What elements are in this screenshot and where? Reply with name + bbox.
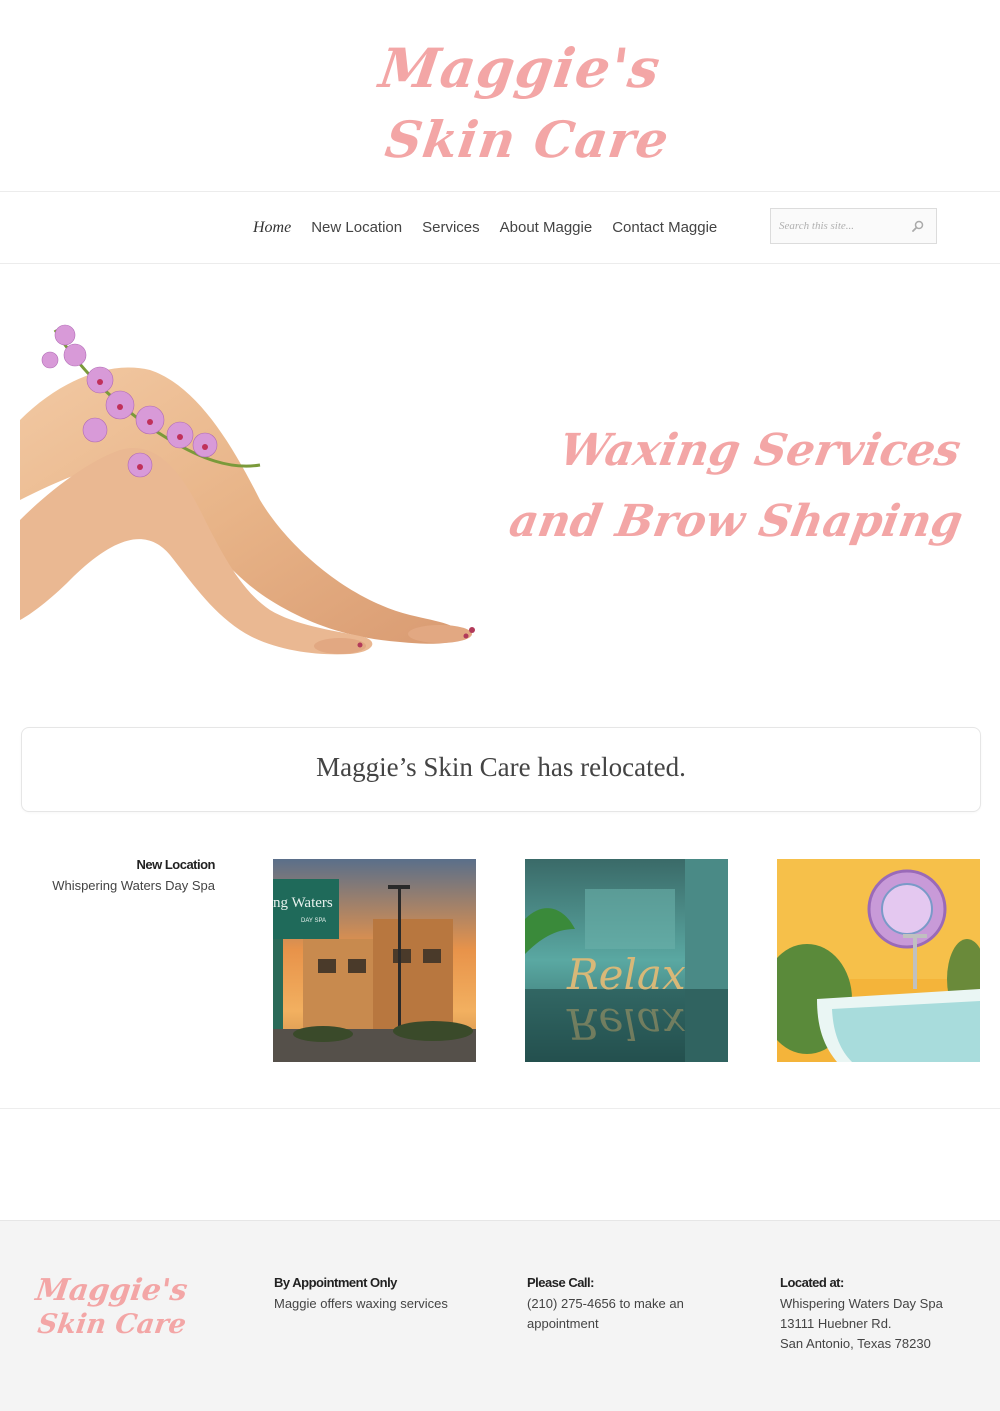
site-footer: Maggie's Skin Care By Appointment Only M… bbox=[0, 1220, 1000, 1411]
footer-appointment-text: Maggie offers waxing services bbox=[274, 1296, 448, 1311]
footer-address-heading: Located at: bbox=[780, 1275, 844, 1290]
hero-headline-line-1: Waxing Services bbox=[555, 425, 965, 476]
search-icon[interactable] bbox=[912, 220, 924, 232]
new-location-heading: New Location bbox=[136, 857, 215, 872]
relax-photo[interactable]: Relax Relax bbox=[525, 859, 728, 1062]
legs-orchid-image bbox=[20, 324, 475, 655]
hero-headline-line-2: and Brow Shaping bbox=[505, 496, 967, 547]
logo-line-2: Skin Care bbox=[381, 110, 674, 169]
nav-item-services[interactable]: Services bbox=[422, 219, 480, 237]
footer-address-line-1: Whispering Waters Day Spa bbox=[780, 1296, 943, 1311]
new-location-name: Whispering Waters Day Spa bbox=[52, 878, 215, 893]
footer-logo-line-1: Maggie's bbox=[33, 1273, 190, 1308]
spa-building-photo[interactable]: ng Waters DAY SPA bbox=[273, 859, 476, 1062]
main-navigation: Home New Location Services About Maggie … bbox=[0, 193, 1000, 264]
footer-call-line-2: appointment bbox=[527, 1316, 599, 1331]
site-header: Maggie's Skin Care bbox=[0, 0, 1000, 192]
search-box bbox=[770, 208, 937, 244]
footer-address-line-3: San Antonio, Texas 78230 bbox=[780, 1336, 931, 1351]
footer-appointment: By Appointment Only Maggie offers waxing… bbox=[274, 1275, 484, 1314]
sign-text: ng Waters bbox=[273, 895, 333, 911]
nav-item-new-location[interactable]: New Location bbox=[311, 219, 402, 237]
nav-item-contact-maggie[interactable]: Contact Maggie bbox=[612, 219, 717, 237]
footer-logo[interactable]: Maggie's Skin Care bbox=[34, 1273, 190, 1348]
footer-address-line-2: 13111 Huebner Rd. bbox=[780, 1316, 892, 1331]
tub-photo[interactable] bbox=[777, 859, 980, 1062]
section-divider bbox=[0, 1108, 1000, 1109]
footer-call-line-1: (210) 275-4656 to make an bbox=[527, 1296, 684, 1311]
relocation-notice: Maggie’s Skin Care has relocated. bbox=[21, 727, 981, 812]
relax-text: Relax bbox=[566, 950, 686, 999]
footer-address-text: Whispering Waters Day Spa 13111 Huebner … bbox=[780, 1294, 990, 1354]
footer-call: Please Call: (210) 275-4656 to make an a… bbox=[527, 1275, 737, 1334]
new-location-block: New Location Whispering Waters Day Spa bbox=[52, 857, 215, 893]
footer-call-text: (210) 275-4656 to make an appointment bbox=[527, 1294, 737, 1334]
footer-appointment-heading: By Appointment Only bbox=[274, 1275, 397, 1290]
search-input[interactable] bbox=[779, 217, 909, 235]
footer-logo-line-2: Skin Care bbox=[35, 1309, 189, 1340]
logo-line-1: Maggie's bbox=[375, 36, 665, 100]
footer-address: Located at: Whispering Waters Day Spa 13… bbox=[780, 1275, 990, 1354]
nav-menu: Home New Location Services About Maggie … bbox=[253, 219, 737, 237]
sign-subtext: DAY SPA bbox=[301, 918, 326, 924]
relocation-text: Maggie’s Skin Care has relocated. bbox=[316, 752, 686, 782]
nav-item-home[interactable]: Home bbox=[253, 219, 291, 237]
hero-banner: Waxing Services and Brow Shaping bbox=[20, 300, 980, 680]
nav-item-about-maggie[interactable]: About Maggie bbox=[500, 219, 593, 237]
site-logo[interactable]: Maggie's Skin Care bbox=[370, 30, 674, 180]
svg-text:Relax: Relax bbox=[566, 999, 686, 1048]
footer-call-heading: Please Call: bbox=[527, 1275, 595, 1290]
